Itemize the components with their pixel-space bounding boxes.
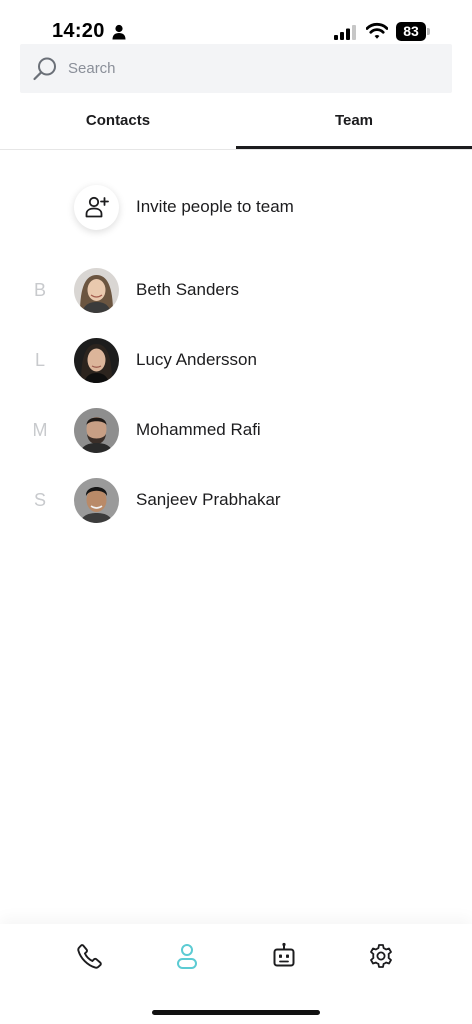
active-tab-indicator (236, 146, 472, 149)
member-name: Sanjeev Prabhakar (136, 490, 281, 509)
section-letter: B (33, 280, 46, 300)
section-letter: M (32, 420, 48, 440)
team-member-row[interactable]: S Sanjeev Prabhakar (0, 478, 472, 538)
status-time: 14:20 (52, 20, 105, 42)
team-member-row[interactable]: B Beth Sanders (0, 268, 472, 328)
member-name: Beth Sanders (136, 280, 240, 299)
member-name: Mohammed Rafi (136, 420, 261, 439)
gear-icon[interactable] (367, 942, 395, 970)
wifi-icon (366, 22, 388, 39)
avatar (74, 408, 119, 453)
invite-row[interactable]: Invite people to team (0, 185, 472, 245)
member-name: Lucy Andersson (136, 350, 257, 369)
contacts-icon[interactable] (173, 942, 201, 970)
invite-button[interactable] (74, 185, 119, 230)
section-letter: S (33, 490, 46, 510)
person-icon (112, 24, 126, 40)
search-input[interactable] (68, 44, 438, 93)
avatar (74, 268, 119, 313)
section-letter: L (34, 350, 45, 370)
bot-icon[interactable] (270, 942, 298, 970)
avatar (74, 338, 119, 383)
avatar (74, 478, 119, 523)
tab-bar: Contacts Team (0, 100, 472, 150)
tab-contacts[interactable]: Contacts (0, 100, 236, 150)
tab-team[interactable]: Team (236, 100, 472, 150)
battery-level: 83 (403, 23, 419, 39)
search-bar[interactable] (20, 44, 452, 93)
invite-label: Invite people to team (136, 197, 294, 216)
search-icon (33, 57, 56, 81)
signal-icon (334, 25, 356, 40)
phone-icon[interactable] (76, 942, 104, 970)
home-indicator[interactable] (152, 1010, 320, 1015)
team-member-row[interactable]: L Lucy Andersson (0, 338, 472, 398)
add-user-icon (85, 196, 109, 218)
battery-icon: 83 (396, 22, 432, 41)
bottom-nav (0, 924, 472, 1024)
status-bar: 14:20 83 (0, 0, 472, 44)
team-member-row[interactable]: M Mohammed Rafi (0, 408, 472, 468)
